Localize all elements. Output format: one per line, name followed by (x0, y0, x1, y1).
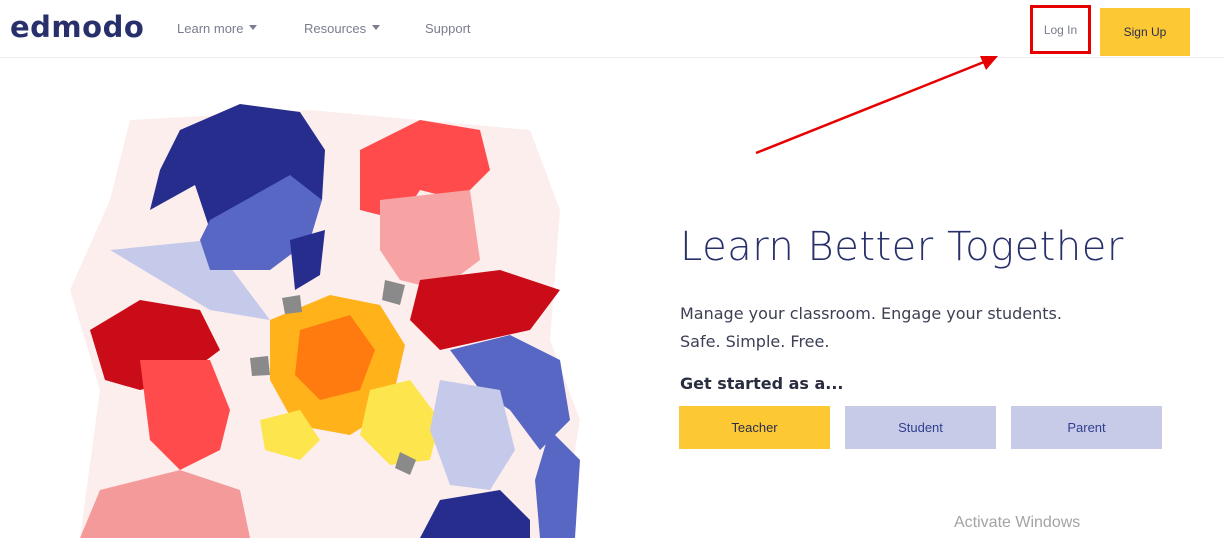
caret-down-icon (249, 25, 258, 30)
student-button[interactable]: Student (845, 406, 996, 449)
edmodo-logo[interactable]: edmodo (10, 10, 144, 44)
top-navigation-bar: edmodo Learn more Resources Support Log … (0, 0, 1224, 58)
bulb-base-3 (250, 356, 270, 376)
nav-support[interactable]: Support (425, 21, 471, 36)
signup-button[interactable]: Sign Up (1100, 8, 1190, 56)
hero-title: Learn Better Together (680, 224, 1124, 270)
nav-resources-label: Resources (304, 21, 367, 36)
nav-learn-more[interactable]: Learn more (177, 21, 258, 36)
annotation-arrow-head (980, 56, 998, 70)
hero-illustration (70, 104, 580, 538)
hero-subtitle-line-2: Safe. Simple. Free. (680, 332, 830, 351)
caret-down-icon (372, 25, 381, 30)
parent-button[interactable]: Parent (1011, 406, 1162, 449)
edmodo-home-page: edmodo Learn more Resources Support Log … (0, 0, 1224, 538)
bulb-base-2 (282, 295, 302, 314)
activate-windows-watermark: Activate Windows (954, 514, 1081, 531)
teacher-button[interactable]: Teacher (679, 406, 830, 449)
annotation-arrow-line (755, 60, 985, 155)
hero-subtitle-line-1: Manage your classroom. Engage your stude… (680, 304, 1062, 323)
nav-learn-more-label: Learn more (177, 21, 244, 36)
hero-subtitle: Manage your classroom. Engage your stude… (680, 300, 1062, 356)
nav-support-label: Support (425, 21, 471, 36)
nav-resources[interactable]: Resources (304, 21, 381, 36)
get-started-label: Get started as a... (680, 374, 844, 393)
login-button[interactable]: Log In (1030, 5, 1091, 54)
